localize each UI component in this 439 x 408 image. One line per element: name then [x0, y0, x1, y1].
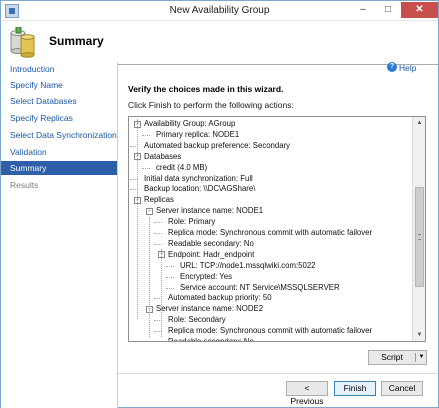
summary-instructions: Click Finish to perform the following ac… — [128, 100, 294, 110]
tree-node: Readable secondary: No — [168, 337, 254, 342]
tree-node: Readable secondary: No — [168, 238, 254, 248]
tree-connector — [166, 265, 174, 267]
tree-node: Service account: NT Service\MSSQLSERVER — [180, 282, 340, 292]
tree-node: Server instance name: NODE1 — [156, 206, 264, 216]
title-bar[interactable]: New Availability Group – □ ✕ — [1, 1, 438, 21]
tree-node: Availability Group: AGroup — [144, 119, 236, 128]
tree-guide-line — [161, 249, 162, 337]
script-button-label[interactable]: Script — [369, 351, 415, 364]
cancel-button[interactable]: Cancel — [381, 381, 423, 396]
tree-node: Automated backup priority: 50 — [168, 293, 272, 303]
script-button[interactable]: Script ▼ — [368, 350, 427, 365]
tree-node: URL: TCP://node1.mssqlwiki.com:5022 — [180, 260, 316, 270]
tree-vertical-scrollbar[interactable]: ▲ ▼ — [412, 117, 425, 341]
nav-item-summary[interactable]: Summary — [1, 161, 117, 175]
dropdown-arrow-icon[interactable]: ▼ — [417, 351, 426, 364]
nav-item-select-data-synchronization[interactable]: Select Data Synchronization — [1, 128, 117, 142]
previous-button[interactable]: < Previous — [286, 381, 328, 406]
nav-item-specify-name[interactable]: Specify Name — [1, 78, 117, 92]
nav-item-validation[interactable]: Validation — [1, 145, 117, 159]
scroll-down-arrow-icon[interactable]: ▼ — [413, 329, 425, 341]
tree-guide-line — [149, 217, 150, 337]
summary-heading: Verify the choices made in this wizard. — [128, 84, 284, 94]
tree-expander-icon[interactable]: - — [146, 207, 153, 215]
tree-node: Replica mode: Synchronous commit with au… — [168, 326, 373, 336]
nav-item-select-databases[interactable]: Select Databases — [1, 94, 117, 108]
minimize-button[interactable]: – — [351, 2, 375, 18]
page-header: Summary — [1, 21, 438, 65]
footer-divider — [118, 373, 438, 374]
close-button[interactable]: ✕ — [401, 2, 438, 18]
scroll-thumb[interactable] — [415, 187, 424, 287]
tree-connector — [154, 233, 162, 234]
tree-node: Automated backup preference: Secondary — [144, 140, 291, 150]
tree-connector — [154, 222, 162, 224]
tree-node: Databases — [144, 151, 182, 161]
tree-guide-line — [137, 119, 138, 319]
scroll-up-arrow-icon[interactable]: ▲ — [413, 117, 425, 129]
tree-connector — [142, 167, 150, 169]
help-link[interactable]: Help — [399, 63, 416, 73]
tree-connector — [154, 243, 162, 245]
tree-node: Encrypted: Yes — [180, 271, 233, 281]
summary-page-icon — [10, 27, 35, 58]
page-title: Summary — [49, 34, 104, 48]
tree-node: Initial data synchronization: Full — [144, 173, 253, 183]
maximize-button[interactable]: □ — [376, 2, 400, 18]
wizard-window: New Availability Group – □ ✕ Summary Int… — [0, 0, 439, 408]
tree-node: Backup location: \\DC\AGShare\ — [144, 184, 256, 194]
tree-node: credit (4.0 MB) — [156, 162, 208, 172]
tree-node: Role: Primary — [168, 217, 216, 227]
scroll-grip-icon — [418, 234, 421, 240]
tree-node: Endpoint: Hadr_endpoint — [168, 249, 255, 259]
help-icon[interactable]: ? — [387, 62, 397, 72]
nav-item-specify-replicas[interactable]: Specify Replicas — [1, 111, 117, 125]
wizard-nav: Introduction Specify Name Select Databas… — [1, 62, 118, 408]
tree-node: Primary replica: NODE1 — [156, 129, 240, 139]
tree-node: Role: Secondary — [168, 315, 226, 325]
script-button-separator — [415, 353, 416, 362]
nav-item-results: Results — [10, 180, 39, 190]
tree-connector — [166, 287, 174, 289]
tree-node: Replicas — [144, 195, 174, 205]
finish-button[interactable]: Finish — [334, 381, 376, 396]
tree-node: Replica mode: Synchronous commit with au… — [168, 228, 373, 237]
tree-node: Server instance name: NODE2 — [156, 304, 264, 314]
nav-item-introduction[interactable]: Introduction — [1, 62, 117, 76]
summary-tree[interactable]: - Availability Group: AGroup Primary repli… — [128, 116, 426, 342]
tree-connector — [142, 134, 150, 136]
tree-connector — [166, 276, 174, 278]
